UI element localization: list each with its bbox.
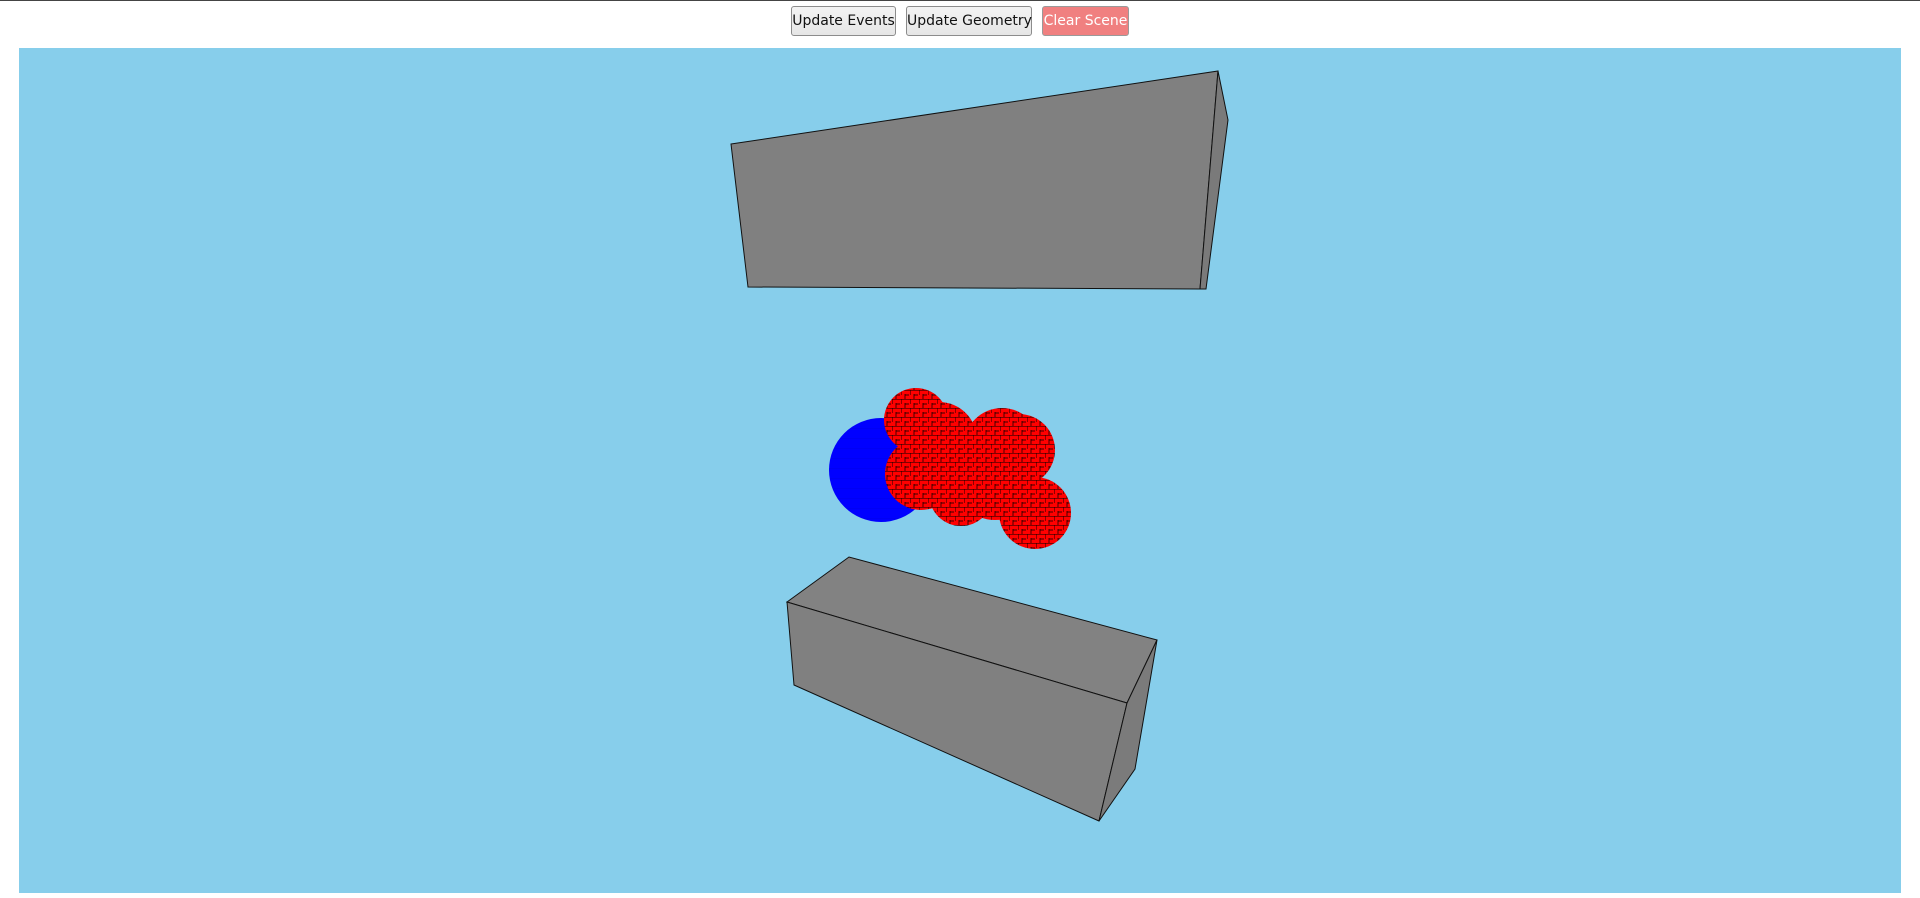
red-hit-sphere [983, 414, 1055, 486]
page-top-border [0, 0, 1920, 1]
update-geometry-button[interactable]: Update Geometry [906, 6, 1032, 36]
update-events-button[interactable]: Update Events [791, 6, 896, 36]
scene-canvas[interactable] [19, 48, 1901, 893]
bottom-geometry-box [785, 556, 1158, 822]
scene-viewport[interactable] [19, 48, 1901, 893]
event-hits-cluster [829, 388, 1071, 549]
toolbar: Update Events Update Geometry Clear Scen… [0, 6, 1920, 40]
top-geometry-box [730, 70, 1229, 290]
red-hit-sphere [901, 402, 977, 478]
top-box-front-face [730, 70, 1219, 290]
clear-scene-button[interactable]: Clear Scene [1042, 6, 1129, 36]
